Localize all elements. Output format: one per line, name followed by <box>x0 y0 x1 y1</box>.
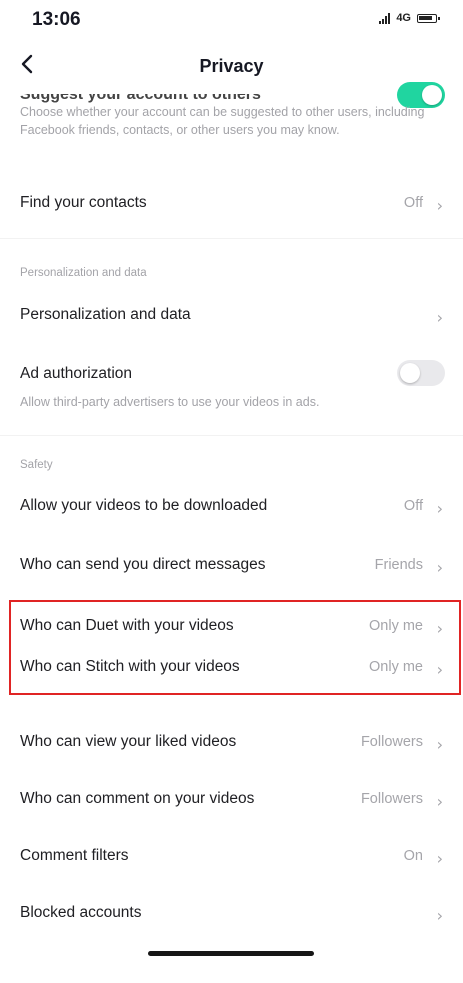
row-value: Only me <box>369 618 423 634</box>
row-label: Personalization and data <box>20 306 191 323</box>
section-header-safety: Safety <box>20 459 53 471</box>
row-label: Who can view your liked videos <box>20 733 237 750</box>
toggle-knob <box>422 85 442 105</box>
status-time: 13:06 <box>32 9 81 30</box>
chevron-right-icon: › <box>436 619 443 638</box>
ad-authorization-description: Allow third-party advertisers to use you… <box>20 395 320 409</box>
chevron-right-icon: › <box>436 308 443 327</box>
liked-videos-row[interactable]: Who can view your liked videos Followers… <box>0 716 463 772</box>
signal-icon <box>379 12 391 24</box>
stitch-row[interactable]: Who can Stitch with your videos Only me … <box>0 641 463 697</box>
comment-filters-row[interactable]: Comment filters On › <box>0 830 463 886</box>
row-value: Only me <box>369 659 423 675</box>
chevron-right-icon: › <box>436 735 443 754</box>
page-title: Privacy <box>199 56 264 76</box>
ad-authorization-label: Ad authorization <box>20 365 133 382</box>
battery-icon <box>417 13 440 23</box>
row-label: Blocked accounts <box>20 904 142 921</box>
comment-permission-row[interactable]: Who can comment on your videos Followers… <box>0 773 463 829</box>
status-bar: 13:06 4G <box>0 0 463 40</box>
row-label: Who can comment on your videos <box>20 790 255 807</box>
nav-bar: Privacy <box>0 42 463 90</box>
chevron-right-icon: › <box>436 906 443 925</box>
chevron-right-icon: › <box>436 558 443 577</box>
chevron-right-icon: › <box>436 849 443 868</box>
blocked-accounts-row[interactable]: Blocked accounts › <box>0 887 463 943</box>
row-value: On <box>403 848 423 864</box>
row-value: Friends <box>374 557 423 573</box>
chevron-right-icon: › <box>436 499 443 518</box>
row-value: Off <box>403 195 423 211</box>
divider <box>0 435 463 436</box>
divider <box>0 238 463 239</box>
row-value: Followers <box>360 791 423 807</box>
section-header-personalization: Personalization and data <box>20 267 147 279</box>
row-label: Allow your videos to be downloaded <box>20 497 268 514</box>
toggle-knob <box>400 363 420 383</box>
row-label: Find your contacts <box>20 194 147 211</box>
personalization-row[interactable]: Personalization and data › <box>0 289 463 345</box>
status-indicators: 4G <box>379 12 440 24</box>
find-contacts-row[interactable]: Find your contacts Off › <box>0 177 463 233</box>
allow-downloads-row[interactable]: Allow your videos to be downloaded Off › <box>0 480 463 536</box>
suggest-account-description: Choose whether your account can be sugge… <box>20 105 425 137</box>
row-label: Who can Stitch with your videos <box>20 658 240 675</box>
chevron-right-icon: › <box>436 792 443 811</box>
row-value: Off <box>403 498 423 514</box>
row-label: Comment filters <box>20 847 129 864</box>
home-indicator[interactable] <box>148 951 314 956</box>
network-type: 4G <box>396 12 411 24</box>
direct-messages-row[interactable]: Who can send you direct messages Friends… <box>0 539 463 595</box>
row-label: Who can send you direct messages <box>20 556 266 573</box>
row-value: Followers <box>360 734 423 750</box>
row-label: Who can Duet with your videos <box>20 617 234 634</box>
chevron-right-icon: › <box>436 660 443 679</box>
chevron-right-icon: › <box>436 196 443 215</box>
ad-authorization-toggle[interactable] <box>397 360 445 386</box>
